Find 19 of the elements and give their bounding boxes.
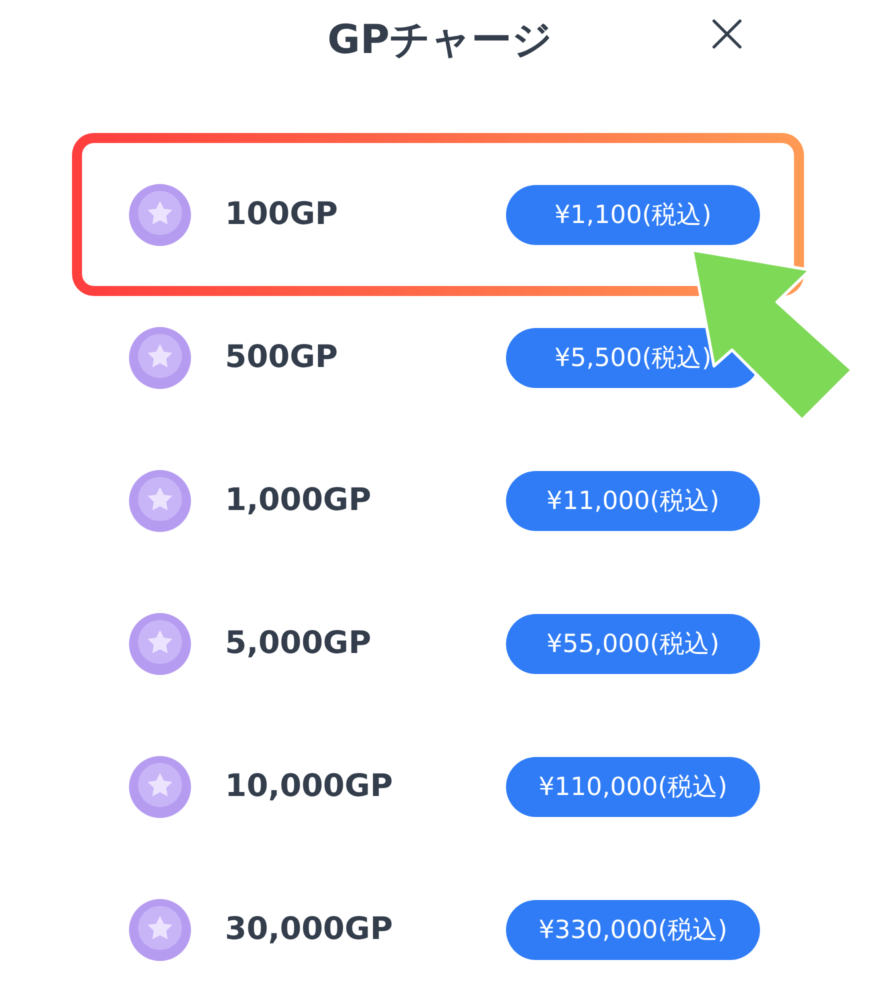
close-icon[interactable]: [712, 19, 742, 49]
price-button[interactable]: ¥55,000(税込): [506, 614, 760, 674]
coin-icon: [129, 470, 191, 532]
gp-amount: 30,000GP: [225, 910, 393, 950]
coin-icon: [129, 756, 191, 818]
gp-amount: 1,000GP: [225, 481, 372, 520]
coin-icon: [129, 184, 191, 246]
dialog-title: GPチャージ: [327, 16, 553, 65]
gp-amount: 500GP: [225, 338, 338, 378]
coin-icon: [129, 612, 191, 674]
price-button[interactable]: ¥330,000(税込): [506, 900, 760, 960]
gp-amount: 5,000GP: [225, 624, 372, 664]
price-button[interactable]: ¥1,100(税込): [506, 184, 760, 244]
coin-icon: [129, 326, 191, 388]
price-button[interactable]: ¥110,000(税込): [506, 756, 760, 816]
gp-amount: 100GP: [225, 195, 338, 234]
price-button[interactable]: ¥11,000(税込): [506, 470, 760, 530]
coin-icon: [129, 898, 191, 960]
gp-amount: 10,000GP: [225, 767, 393, 806]
